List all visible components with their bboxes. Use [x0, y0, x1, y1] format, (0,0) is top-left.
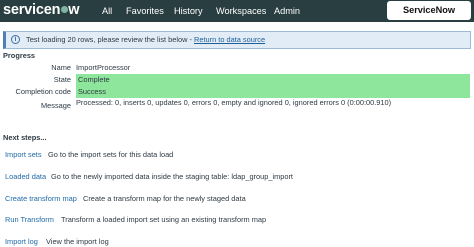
create-transform-map-link[interactable]: Create transform map: [5, 194, 77, 204]
run-transform-description: Transform a loaded import set using an e…: [61, 215, 267, 224]
create-transform-map-description: Create a transform map for the newly sta…: [83, 194, 246, 203]
run-transform-link[interactable]: Run Transform: [5, 215, 54, 225]
import-sets-description: Go to the import sets for this data load: [48, 150, 174, 159]
loaded-data-description: Go to the newly imported data inside the…: [51, 172, 293, 181]
instance-button[interactable]: ServiceNow: [387, 1, 471, 20]
top-nav: servicen w All Favorites History Workspac…: [0, 0, 474, 22]
logo-text-part2: w: [68, 2, 80, 18]
nav-admin[interactable]: Admin: [274, 5, 300, 17]
name-label: Name: [51, 63, 71, 72]
info-icon: i: [11, 35, 20, 44]
next-steps-title: Next steps...: [3, 133, 47, 142]
progress-title: Progress: [3, 51, 36, 60]
servicenow-logo[interactable]: servicen w: [3, 2, 80, 19]
return-to-data-source-link[interactable]: Return to data source: [194, 35, 265, 44]
import-log-link[interactable]: Import log: [5, 237, 38, 247]
nav-history[interactable]: History: [174, 5, 203, 17]
import-sets-link[interactable]: Import sets: [5, 150, 42, 160]
message-value: Processed: 0, inserts 0, updates 0, erro…: [76, 98, 392, 107]
info-banner: i Test loading 20 rows, please review th…: [3, 31, 471, 49]
logo-o-mark: [60, 6, 68, 13]
nav-favorites[interactable]: Favorites: [126, 5, 164, 17]
state-value: Complete: [76, 74, 470, 86]
completion-code-label: Completion code: [15, 87, 71, 96]
import-log-description: View the import log: [46, 237, 109, 246]
name-value: ImportProcessor: [76, 63, 131, 72]
state-label: State: [53, 75, 71, 84]
info-message: Test loading 20 rows, please review the …: [26, 35, 265, 45]
loaded-data-link[interactable]: Loaded data: [5, 172, 46, 182]
info-message-text: Test loading 20 rows, please review the …: [26, 35, 192, 44]
nav-all[interactable]: All: [102, 5, 112, 17]
message-label: Message: [41, 101, 71, 110]
logo-text-part1: servicen: [3, 2, 61, 18]
nav-workspaces[interactable]: Workspaces: [216, 5, 266, 17]
completion-code-value: Success: [76, 86, 470, 98]
